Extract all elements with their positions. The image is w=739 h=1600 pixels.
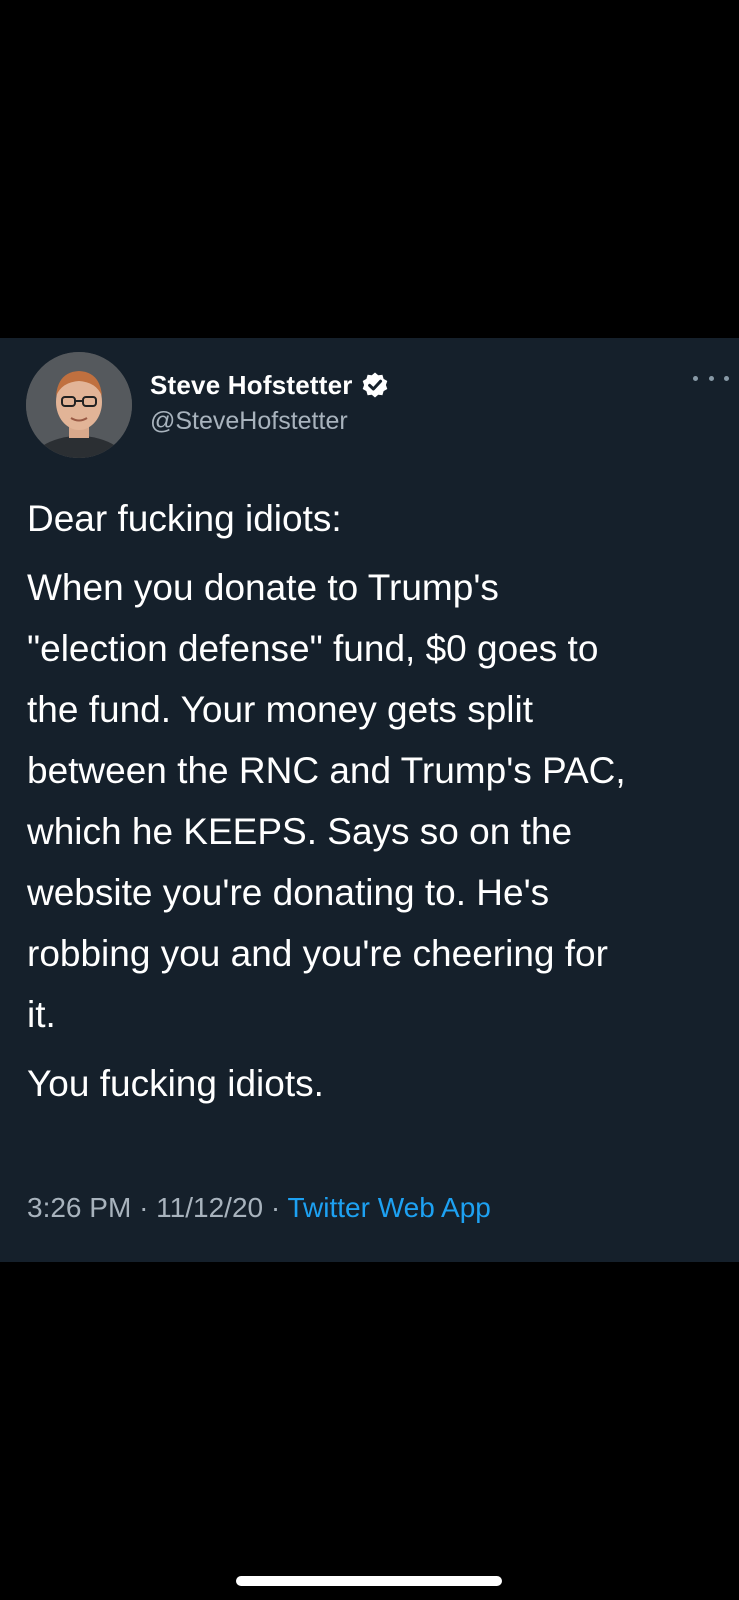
tweet-paragraph: When you donate to Trump's "election def…	[27, 567, 626, 1035]
tweet-paragraph: Dear fucking idiots:	[27, 498, 342, 539]
more-dot	[693, 375, 698, 381]
author-handle[interactable]: @SteveHofstetter	[150, 404, 348, 438]
verified-badge-icon	[361, 371, 389, 399]
tweet-card: Steve Hofstetter @SteveHofstetter Dear f…	[0, 338, 739, 1262]
avatar[interactable]	[26, 352, 132, 458]
more-options-icon[interactable]	[693, 368, 729, 388]
tweet-text: Dear fucking idiots: When you donate to …	[27, 488, 717, 1122]
meta-separator: ·	[139, 1192, 149, 1223]
avatar-photo-icon	[26, 352, 132, 458]
more-dot	[724, 375, 729, 381]
tweet-source-link[interactable]: Twitter Web App	[287, 1192, 490, 1223]
tweet-time[interactable]: 3:26 PM	[27, 1192, 131, 1223]
home-indicator[interactable]	[236, 1576, 502, 1586]
tweet-paragraph: You fucking idiots.	[27, 1063, 324, 1104]
meta-separator: ·	[270, 1192, 281, 1223]
tweet-date[interactable]: 11/12/20	[156, 1192, 263, 1223]
author-display-name[interactable]: Steve Hofstetter	[150, 368, 353, 402]
more-dot	[708, 375, 714, 381]
tweet-meta: 3:26 PM · 11/12/20 · Twitter Web App	[27, 1190, 491, 1226]
author-name-row[interactable]: Steve Hofstetter	[150, 368, 389, 402]
